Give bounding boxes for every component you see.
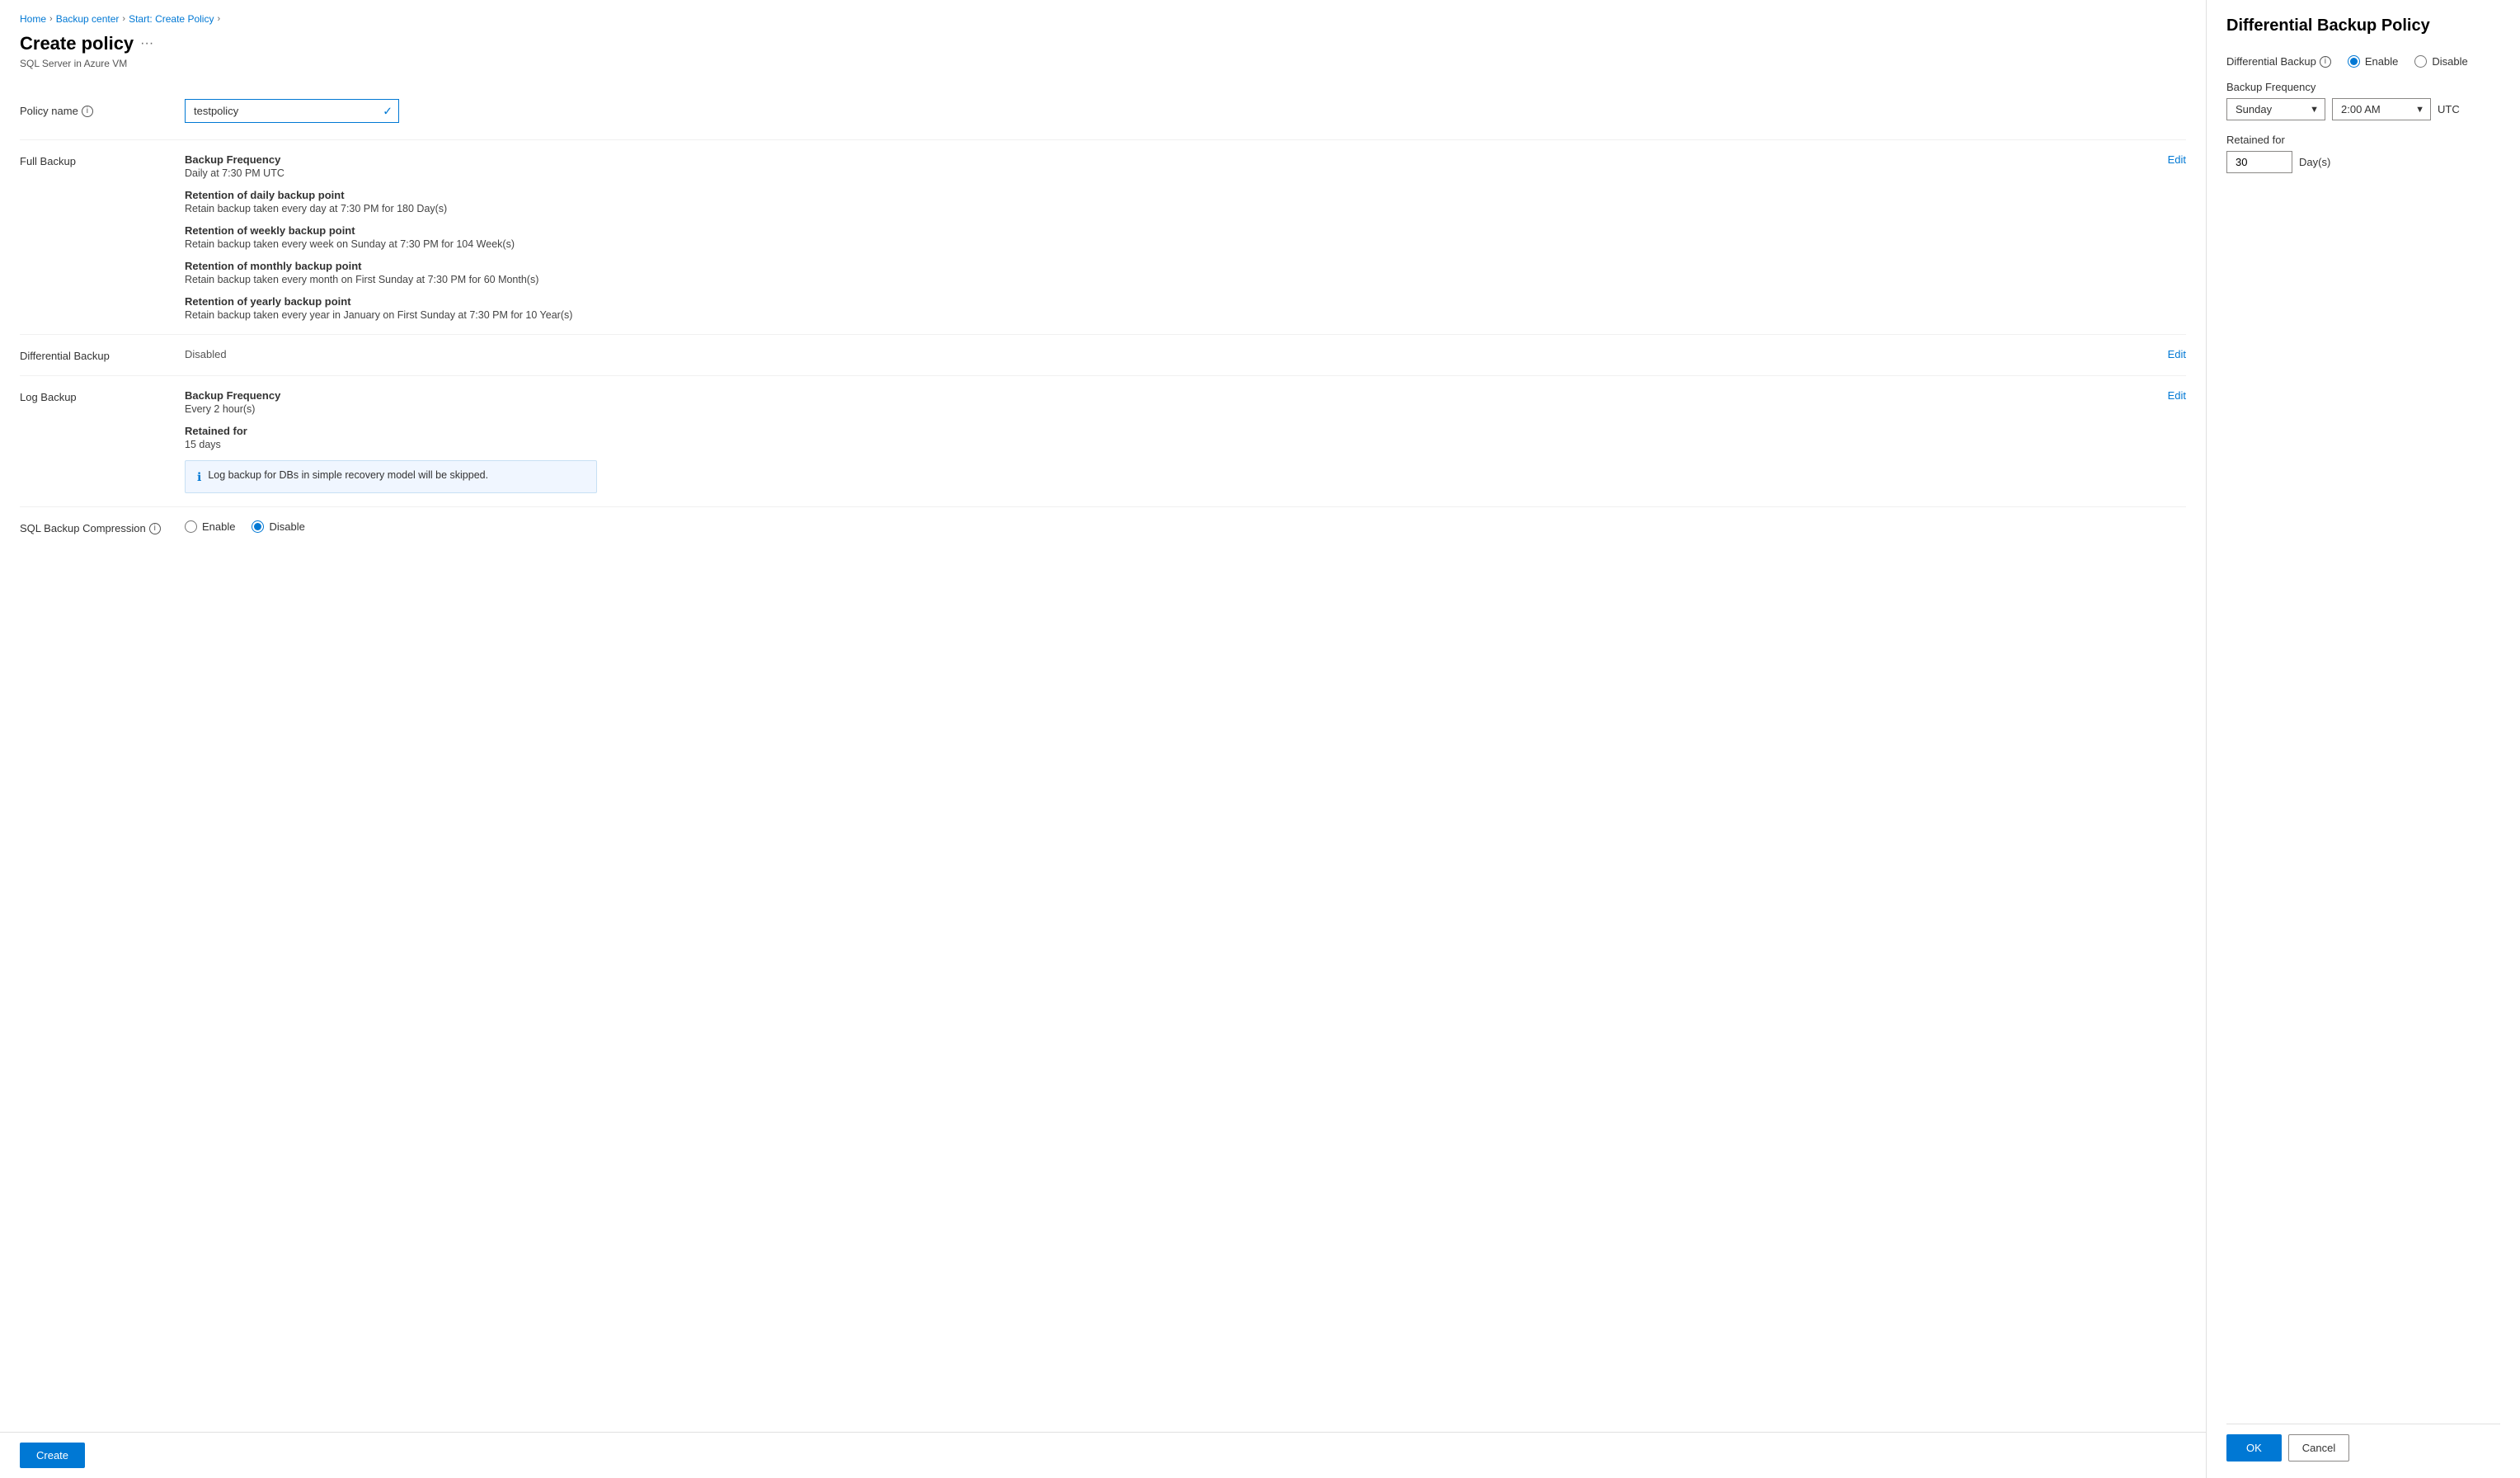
policy-name-input[interactable] — [185, 99, 399, 123]
retention-monthly-value: Retain backup taken every month on First… — [185, 274, 2155, 285]
retention-daily-title: Retention of daily backup point — [185, 189, 2155, 201]
log-backup-content: Backup Frequency Every 2 hour(s) Retaine… — [185, 389, 2155, 493]
footer-bar: Create — [0, 1432, 2206, 1478]
retention-daily-value: Retain backup taken every day at 7:30 PM… — [185, 203, 2155, 214]
full-backup-content: Backup Frequency Daily at 7:30 PM UTC Re… — [185, 153, 2155, 321]
more-options-icon[interactable]: ··· — [140, 36, 153, 51]
log-backup-label: Log Backup — [20, 389, 185, 403]
time-select[interactable]: 12:00 AM 1:00 AM 2:00 AM 3:00 AM 4:00 AM… — [2332, 98, 2431, 120]
breadcrumb-home[interactable]: Home — [20, 13, 46, 25]
time-select-wrap: 12:00 AM 1:00 AM 2:00 AM 3:00 AM 4:00 AM… — [2332, 98, 2431, 120]
backup-frequency-row: Backup Frequency Sunday Monday Tuesday W… — [2226, 81, 2500, 120]
full-backup-frequency-title: Backup Frequency — [185, 153, 2155, 166]
create-button[interactable]: Create — [20, 1443, 85, 1468]
diff-backup-label: Differential Backup i — [2226, 55, 2331, 68]
sql-backup-compression-radio-group: Enable Disable — [185, 520, 2186, 533]
policy-name-row: Policy name i ✓ — [20, 89, 2186, 139]
log-backup-section: Log Backup Backup Frequency Every 2 hour… — [20, 375, 2186, 506]
diff-enable-option[interactable]: Enable — [2348, 55, 2398, 68]
day-label: Day(s) — [2299, 156, 2330, 168]
retention-monthly-title: Retention of monthly backup point — [185, 260, 2155, 272]
full-backup-label: Full Backup — [20, 153, 185, 167]
retained-input[interactable] — [2226, 151, 2292, 173]
diff-backup-info-icon[interactable]: i — [2320, 56, 2331, 68]
log-backup-retained-title: Retained for — [185, 425, 2155, 437]
retained-controls: Day(s) — [2226, 151, 2500, 173]
policy-name-label: Policy name i — [20, 105, 185, 117]
retained-for-row: Retained for Day(s) — [2226, 134, 2500, 173]
retention-weekly-value: Retain backup taken every week on Sunday… — [185, 238, 2155, 250]
cancel-button[interactable]: Cancel — [2288, 1434, 2349, 1462]
sql-compression-disable-radio[interactable] — [252, 520, 264, 533]
page-subtitle: SQL Server in Azure VM — [20, 58, 2186, 69]
sql-compression-enable-option[interactable]: Enable — [185, 520, 235, 533]
differential-backup-edit-button[interactable]: Edit — [2168, 348, 2186, 360]
full-backup-frequency-value: Daily at 7:30 PM UTC — [185, 167, 2155, 179]
breadcrumb: Home › Backup center › Start: Create Pol… — [20, 13, 2186, 25]
full-backup-edit-button[interactable]: Edit — [2168, 153, 2186, 166]
retention-yearly-title: Retention of yearly backup point — [185, 295, 2155, 308]
sql-compression-enable-radio[interactable] — [185, 520, 197, 533]
breadcrumb-start-create-policy[interactable]: Start: Create Policy — [129, 13, 214, 25]
sql-backup-compression-label: SQL Backup Compression i — [20, 520, 185, 534]
utc-label: UTC — [2438, 103, 2460, 115]
policy-name-info-icon[interactable]: i — [82, 106, 93, 117]
log-backup-edit-button[interactable]: Edit — [2168, 389, 2186, 402]
sql-backup-compression-section: SQL Backup Compression i Enable Disable — [20, 506, 2186, 548]
retention-weekly-title: Retention of weekly backup point — [185, 224, 2155, 237]
page-title: Create policy — [20, 33, 134, 54]
sql-compression-disable-option[interactable]: Disable — [252, 520, 304, 533]
sql-backup-compression-info-icon[interactable]: i — [149, 523, 161, 534]
log-backup-info-box: ℹ Log backup for DBs in simple recovery … — [185, 460, 597, 493]
differential-backup-content: Disabled — [185, 348, 2155, 360]
differential-backup-label: Differential Backup — [20, 348, 185, 362]
day-select-wrap: Sunday Monday Tuesday Wednesday Thursday… — [2226, 98, 2325, 120]
diff-enable-radio-group: Enable Disable — [2348, 55, 2468, 68]
diff-enable-radio[interactable] — [2348, 55, 2360, 68]
diff-disable-option[interactable]: Disable — [2414, 55, 2467, 68]
info-icon: ℹ — [197, 470, 201, 484]
differential-backup-status: Disabled — [185, 348, 227, 360]
breadcrumb-backup-center[interactable]: Backup center — [56, 13, 120, 25]
day-select[interactable]: Sunday Monday Tuesday Wednesday Thursday… — [2226, 98, 2325, 120]
frequency-controls: Sunday Monday Tuesday Wednesday Thursday… — [2226, 98, 2500, 120]
right-panel-content: Differential Backup Policy Differential … — [2226, 16, 2500, 1424]
input-check-icon: ✓ — [383, 104, 393, 118]
differential-backup-section: Differential Backup Disabled Edit — [20, 334, 2186, 375]
log-backup-retained-value: 15 days — [185, 439, 2155, 450]
sql-backup-compression-content: Enable Disable — [185, 520, 2186, 533]
page-header: Create policy ··· — [20, 33, 2186, 54]
right-panel: Differential Backup Policy Differential … — [2207, 0, 2520, 1478]
right-panel-footer: OK Cancel — [2226, 1424, 2500, 1462]
full-backup-section: Full Backup Backup Frequency Daily at 7:… — [20, 139, 2186, 334]
policy-name-input-wrap: ✓ — [185, 99, 399, 123]
log-backup-info-text: Log backup for DBs in simple recovery mo… — [208, 469, 488, 481]
right-panel-title: Differential Backup Policy — [2226, 16, 2500, 35]
log-backup-frequency-value: Every 2 hour(s) — [185, 403, 2155, 415]
backup-frequency-label: Backup Frequency — [2226, 81, 2500, 93]
diff-backup-enable-row: Differential Backup i Enable Disable — [2226, 55, 2500, 68]
diff-disable-radio[interactable] — [2414, 55, 2427, 68]
retention-yearly-value: Retain backup taken every year in Januar… — [185, 309, 2155, 321]
log-backup-frequency-title: Backup Frequency — [185, 389, 2155, 402]
ok-button[interactable]: OK — [2226, 1434, 2282, 1462]
retained-for-label: Retained for — [2226, 134, 2500, 146]
